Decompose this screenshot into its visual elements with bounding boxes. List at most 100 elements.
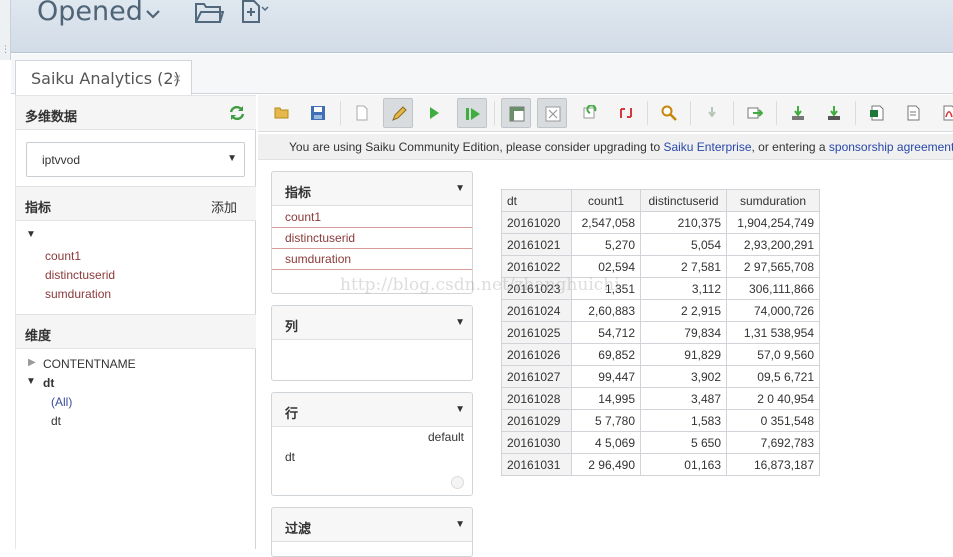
row-header-cell[interactable]: 20161027 <box>501 365 572 388</box>
drill-across-button[interactable] <box>740 98 770 128</box>
row-header-cell[interactable]: 20161024 <box>501 299 572 322</box>
run-query-button[interactable] <box>419 98 449 128</box>
toolbar-separator <box>340 101 341 125</box>
export-xls-icon <box>870 105 884 121</box>
measures-drop-zone[interactable]: 指标 ▼ count1 distinctuserid sumduration <box>271 171 473 294</box>
drill-across-icon <box>747 107 763 119</box>
table-row: 20161024 2,60,883 2 2,915 74,000,726 <box>501 299 820 322</box>
filter-zone-header: 过滤 ▼ <box>272 508 472 542</box>
column-header-distinctuserid[interactable]: distinctuserid <box>640 189 727 212</box>
edit-query-button[interactable] <box>383 98 413 128</box>
run-icon <box>430 107 439 119</box>
zoom-button[interactable] <box>654 98 684 128</box>
table-row: 20161022 02,594 2 7,581 2 97,565,708 <box>501 255 820 278</box>
measure-sumduration[interactable]: sumduration <box>45 287 111 301</box>
row-header-cell[interactable]: 20161025 <box>501 321 572 344</box>
query-toolbar <box>258 95 953 132</box>
cube-section-title: 多维数据 <box>25 109 78 124</box>
columns-zone-header: 列 ▼ <box>272 306 472 340</box>
open-query-button[interactable] <box>267 98 297 128</box>
export-drill-button[interactable] <box>819 98 849 128</box>
remove-icon[interactable] <box>451 476 464 489</box>
refresh-query-button[interactable] <box>575 98 605 128</box>
data-cell: 210,375 <box>640 211 727 234</box>
data-cell: 01,163 <box>640 453 727 476</box>
collapse-triangle-icon[interactable]: ▼ <box>26 229 36 240</box>
rows-zone-header: 行 ▼ <box>272 393 472 427</box>
row-header-cell[interactable]: 20161023 <box>501 277 572 300</box>
data-cell: 0 351,548 <box>726 409 820 432</box>
expand-triangle-icon[interactable]: ▶ <box>28 357 36 368</box>
rows-item-dt[interactable]: dt <box>285 450 295 464</box>
column-header-count1[interactable]: count1 <box>571 189 641 212</box>
toolbar-separator <box>690 101 691 125</box>
export-xls-button[interactable] <box>862 98 892 128</box>
table-row: 20161027 99,447 3,902 09,5 6,721 <box>501 365 820 388</box>
measure-count1[interactable]: count1 <box>45 249 81 263</box>
cube-select[interactable]: iptvvod ▼ <box>26 142 245 177</box>
close-icon[interactable]: × <box>173 70 181 86</box>
columns-drop-zone[interactable]: 列 ▼ <box>271 305 473 381</box>
table-row: 20161028 14,995 3,487 2 0 40,954 <box>501 387 820 410</box>
opened-menu[interactable]: Opened <box>37 0 143 27</box>
column-header-sumduration[interactable]: sumduration <box>726 189 820 212</box>
zone-measure-sumduration[interactable]: sumduration <box>272 249 472 270</box>
auto-run-button[interactable] <box>457 98 487 128</box>
dimension-dt-level[interactable]: dt <box>51 414 61 428</box>
data-cell: 1,583 <box>640 409 727 432</box>
toolbar-separator <box>855 101 856 125</box>
drill-down-button[interactable] <box>697 98 727 128</box>
row-header-cell[interactable]: 20161020 <box>501 211 572 234</box>
chevron-down-icon[interactable]: ▼ <box>455 519 465 530</box>
row-header-cell[interactable]: 20161026 <box>501 343 572 366</box>
chevron-down-icon[interactable]: ▼ <box>455 317 465 328</box>
data-cell: 1,31 538,954 <box>726 321 820 344</box>
swap-axes-button[interactable] <box>611 98 641 128</box>
add-measure-link[interactable]: 添加 <box>211 197 237 216</box>
tab-saiku-analytics[interactable]: Saiku Analytics (2) × <box>15 60 192 95</box>
hide-parents-button[interactable] <box>537 98 567 128</box>
row-header-cell[interactable]: 20161029 <box>501 409 572 432</box>
row-header-cell[interactable]: 20161031 <box>501 453 572 476</box>
collapse-triangle-icon[interactable]: ▼ <box>26 376 36 387</box>
left-collapse-strip[interactable]: ⋮ <box>0 0 11 60</box>
save-query-button[interactable] <box>303 98 333 128</box>
sponsorship-link[interactable]: sponsorship agreement <box>829 140 953 154</box>
new-query-button[interactable] <box>347 98 377 128</box>
export-drill-icon <box>828 106 840 120</box>
row-header-cell[interactable]: 20161022 <box>501 255 572 278</box>
dimension-contentname[interactable]: CONTENTNAME <box>43 357 136 371</box>
data-cell: 79,834 <box>640 321 727 344</box>
toggle-fields-button[interactable] <box>501 98 531 128</box>
rows-drop-zone[interactable]: 行 ▼ default dt <box>271 392 473 496</box>
column-header-dt[interactable]: dt <box>501 189 572 212</box>
open-folder-icon[interactable] <box>194 0 225 27</box>
dimension-dt-all[interactable]: (All) <box>51 395 72 409</box>
chevron-down-icon[interactable]: ▼ <box>455 404 465 415</box>
data-cell: 09,5 6,721 <box>726 365 820 388</box>
dimension-dt[interactable]: dt <box>43 376 54 390</box>
row-header-cell[interactable]: 20161030 <box>501 431 572 454</box>
measures-section-title: 指标 <box>25 200 52 215</box>
saiku-enterprise-link[interactable]: Saiku Enterprise <box>663 140 751 154</box>
notice-prefix: You are using Saiku Community Edition, p… <box>289 140 664 154</box>
filter-drop-zone[interactable]: 过滤 ▼ <box>271 507 473 557</box>
refresh-cubes-icon[interactable] <box>228 105 246 124</box>
data-cell: 5,270 <box>571 233 641 256</box>
data-cell: 2 97,565,708 <box>726 255 820 278</box>
data-cell: 2 7,581 <box>640 255 727 278</box>
zone-measure-distinctuserid[interactable]: distinctuserid <box>272 228 472 249</box>
chevron-down-icon[interactable]: ▼ <box>455 183 465 194</box>
export-csv-button[interactable] <box>898 98 928 128</box>
zone-measure-count1[interactable]: count1 <box>272 207 472 228</box>
row-header-cell[interactable]: 20161028 <box>501 387 572 410</box>
measure-distinctuserid[interactable]: distinctuserid <box>45 268 115 282</box>
dimensions-section-title: 维度 <box>25 328 52 343</box>
chevron-down-icon[interactable] <box>146 6 160 22</box>
export-pdf-button[interactable] <box>934 98 953 128</box>
data-cell: 5,054 <box>640 233 727 256</box>
data-cell: 69,852 <box>571 343 641 366</box>
row-header-cell[interactable]: 20161021 <box>501 233 572 256</box>
new-file-icon[interactable] <box>241 0 271 27</box>
drill-through-button[interactable] <box>783 98 813 128</box>
